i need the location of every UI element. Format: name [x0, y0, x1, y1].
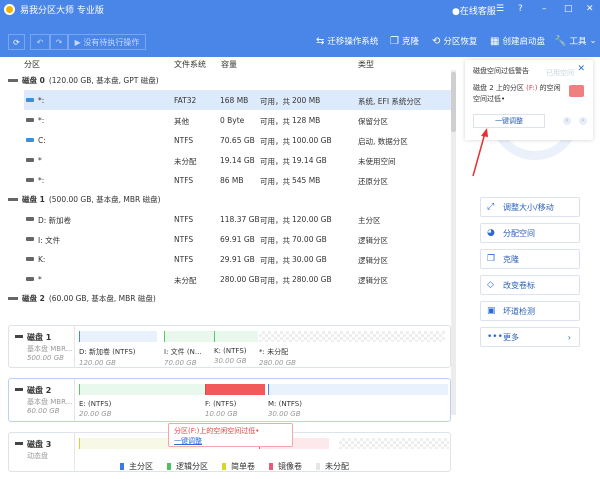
clone-button[interactable]: ❐ 克隆: [390, 35, 419, 48]
disk-map-card[interactable]: 磁盘 1 基本盘 MBR... 500.00 GB D: 新加卷 (NTFS) 120.…: [8, 325, 451, 368]
warning-title: 磁盘空间过低警告: [473, 67, 529, 75]
next-icon[interactable]: ›: [579, 117, 587, 125]
partition-list: 分区 文件系统 容量 类型 磁盘 0 (120.00 GB, 基本盘, GPT 磁…: [0, 57, 458, 317]
action-button[interactable]: ❐ 克隆: [480, 249, 580, 269]
tag-icon: ◇: [487, 280, 494, 290]
partition-block[interactable]: M: (NTFS) 30.00 GB: [268, 384, 448, 418]
scan-icon: ▣: [487, 306, 496, 316]
table-row[interactable]: * 未分配 19.14 GB 可用，共 19.14 GB 未使用空间: [24, 150, 452, 170]
table-row[interactable]: *: NTFS 86 MB 可用，共 545 MB 还原分区: [24, 170, 452, 190]
action-button[interactable]: ••• 更多 ›: [480, 327, 580, 347]
pending-operations-button[interactable]: ▶ 没有待执行操作: [68, 34, 146, 50]
menu-icon[interactable]: ☰: [496, 4, 504, 14]
disk-icon: [8, 297, 18, 300]
quick-adjust-link[interactable]: 一键调整: [174, 436, 287, 446]
partition-block[interactable]: *: 未分配 280.00 GB: [259, 331, 445, 367]
action-button[interactable]: ◕ 分配空间: [480, 223, 580, 243]
disk-icon: [8, 198, 18, 201]
headset-icon: ●: [452, 7, 460, 17]
swap-icon: ⇆: [316, 35, 325, 47]
legend: 主分区 逻辑分区 简单卷 镜像卷 未分配: [120, 461, 349, 472]
legend-item: 简单卷: [222, 461, 255, 472]
legend-item: 主分区: [120, 461, 153, 472]
create-boot-disk-button[interactable]: ▦ 创建启动盘: [490, 35, 545, 48]
table-row[interactable]: D: 新加卷 NTFS 118.37 GB 可用，共 120.00 GB 主分区: [24, 209, 452, 229]
action-button[interactable]: ▣ 坏道检测: [480, 301, 580, 321]
partition-icon: [26, 237, 34, 241]
wrench-icon: 🔧: [554, 35, 567, 47]
partition-icon: [26, 257, 34, 261]
disk-icon: [15, 388, 23, 391]
list-header: 分区 文件系统 容量 类型: [24, 60, 374, 69]
table-row[interactable]: K: NTFS 29.91 GB 可用，共 30.00 GB 逻辑分区: [24, 249, 452, 269]
title-bar: 易我分区大师 专业版 ●在线客服 ☰ ? – □ ✕ ⟳ ↶ ↷ ▶ 没有待执行…: [0, 0, 600, 57]
disk-icon: [569, 85, 584, 97]
redo-button[interactable]: ↷: [50, 34, 68, 50]
app-title: 易我分区大师 专业版: [20, 6, 104, 16]
partition-recovery-button[interactable]: ⟲ 分区恢复: [432, 35, 477, 48]
disk-icon: [15, 335, 23, 338]
action-button[interactable]: ⤢ 调整大小/移动: [480, 197, 580, 217]
help-icon[interactable]: ?: [518, 4, 523, 14]
minimize-button[interactable]: –: [542, 4, 547, 14]
partition-icon: [26, 178, 34, 182]
table-row[interactable]: C: NTFS 70.65 GB 可用，共 100.00 GB 启动, 数据分区: [24, 130, 452, 150]
chevron-down-icon: ⌄: [589, 36, 597, 46]
close-button[interactable]: ✕: [586, 4, 594, 14]
partition-block[interactable]: F: (NTFS) 10.00 GB: [205, 384, 265, 418]
legend-item: 镜像卷: [269, 461, 302, 472]
undo-button[interactable]: ↶: [30, 34, 50, 50]
migrate-os-button[interactable]: ⇆ 迁移操作系统: [316, 35, 378, 48]
maximize-button[interactable]: □: [564, 4, 573, 14]
action-button[interactable]: ◇ 改变卷标: [480, 275, 580, 295]
pie-icon: ◕: [487, 228, 495, 238]
partition-icon: [26, 138, 34, 142]
legend-item: 逻辑分区: [167, 461, 208, 472]
disk-header[interactable]: 磁盘 2 (60.00 GB, 基本盘, MBR 磁盘): [8, 293, 156, 304]
disk-header[interactable]: 磁盘 0 (120.00 GB, 基本盘, GPT 磁盘): [8, 75, 159, 86]
table-row[interactable]: * 未分配 280.00 GB 可用，共 280.00 GB 逻辑分区: [24, 269, 452, 289]
partition-icon: [26, 98, 34, 102]
partition-icon: [26, 217, 34, 221]
partition-icon: [26, 277, 34, 281]
app-logo: [4, 4, 15, 15]
table-row[interactable]: *: FAT32 168 MB 可用，共 200 MB 系统, EFI 系统分区: [24, 90, 452, 110]
refresh-button[interactable]: ⟳: [8, 34, 25, 50]
arrow-annotation: [472, 128, 488, 177]
partition-block[interactable]: D: 新加卷 (NTFS) 120.00 GB: [79, 331, 157, 367]
disk-header[interactable]: 磁盘 1 (500.00 GB, 基本盘, MBR 磁盘): [8, 194, 161, 205]
disk-icon: [8, 79, 18, 82]
prev-icon[interactable]: ‹: [563, 117, 571, 125]
warning-text: 磁盘 2 上的分区 (F:) 的空闲空间过低•: [473, 84, 561, 103]
online-service-button[interactable]: ●在线客服: [452, 4, 496, 17]
table-row[interactable]: I: 文件 NTFS 69.91 GB 可用，共 70.00 GB 逻辑分区: [24, 229, 452, 249]
used-space-label: 已用空间: [546, 69, 574, 77]
close-icon[interactable]: ✕: [577, 64, 585, 74]
partition-icon: [26, 158, 34, 162]
tools-menu[interactable]: 🔧 工具 ⌄: [554, 35, 597, 48]
chevron-right-icon: ›: [567, 332, 571, 342]
partition-block[interactable]: K: (NTFS) 30.00 GB: [214, 331, 258, 365]
clone-icon: ❐: [487, 254, 496, 264]
partition-icon: [26, 118, 34, 122]
legend-item: 未分配: [316, 461, 349, 472]
quick-adjust-button[interactable]: 一键调整: [473, 114, 545, 128]
windows-icon: ▦: [490, 35, 500, 47]
disk-icon: [15, 442, 23, 445]
more-icon: •••: [487, 332, 503, 342]
table-row[interactable]: *: 其他 0 Byte 可用，共 128 MB 保留分区: [24, 110, 452, 130]
partition-block[interactable]: E: (NTFS) 20.00 GB: [79, 384, 204, 418]
recovery-icon: ⟲: [432, 35, 441, 47]
clone-icon: ❐: [390, 35, 399, 47]
resize-icon: ⤢: [487, 202, 495, 212]
disk-map-card[interactable]: 磁盘 2 基本盘 MBR... 60.00 GB E: (NTFS) 20.00 GB F…: [8, 378, 451, 422]
scrollbar-thumb[interactable]: [451, 72, 456, 132]
low-space-tooltip: 分区(F:)上的空闲空间过低• 一键调整: [168, 423, 293, 447]
partition-block[interactable]: [339, 438, 449, 449]
